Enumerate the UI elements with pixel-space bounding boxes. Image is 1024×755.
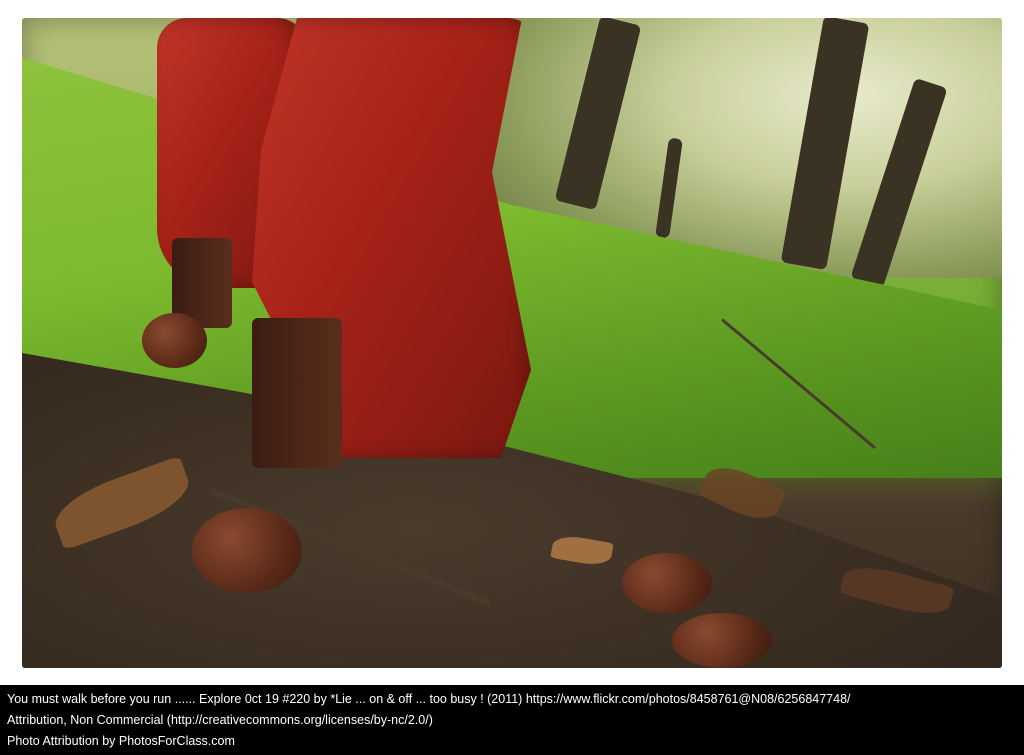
attribution-caption-bar: You must walk before you run ...... Expl…	[0, 685, 1024, 755]
chestnut	[142, 313, 207, 368]
caption-license-line: Attribution, Non Commercial (http://crea…	[7, 713, 433, 727]
chestnut	[192, 508, 302, 593]
photo-frame	[0, 0, 1024, 685]
caption-title-line: You must walk before you run ...... Expl…	[7, 692, 851, 706]
boot-heel-right	[252, 318, 342, 468]
photo-red-boots-on-grass	[22, 18, 1002, 668]
chestnut	[622, 553, 712, 613]
chestnut	[672, 613, 772, 668]
caption-credit-line: Photo Attribution by PhotosForClass.com	[7, 734, 235, 748]
